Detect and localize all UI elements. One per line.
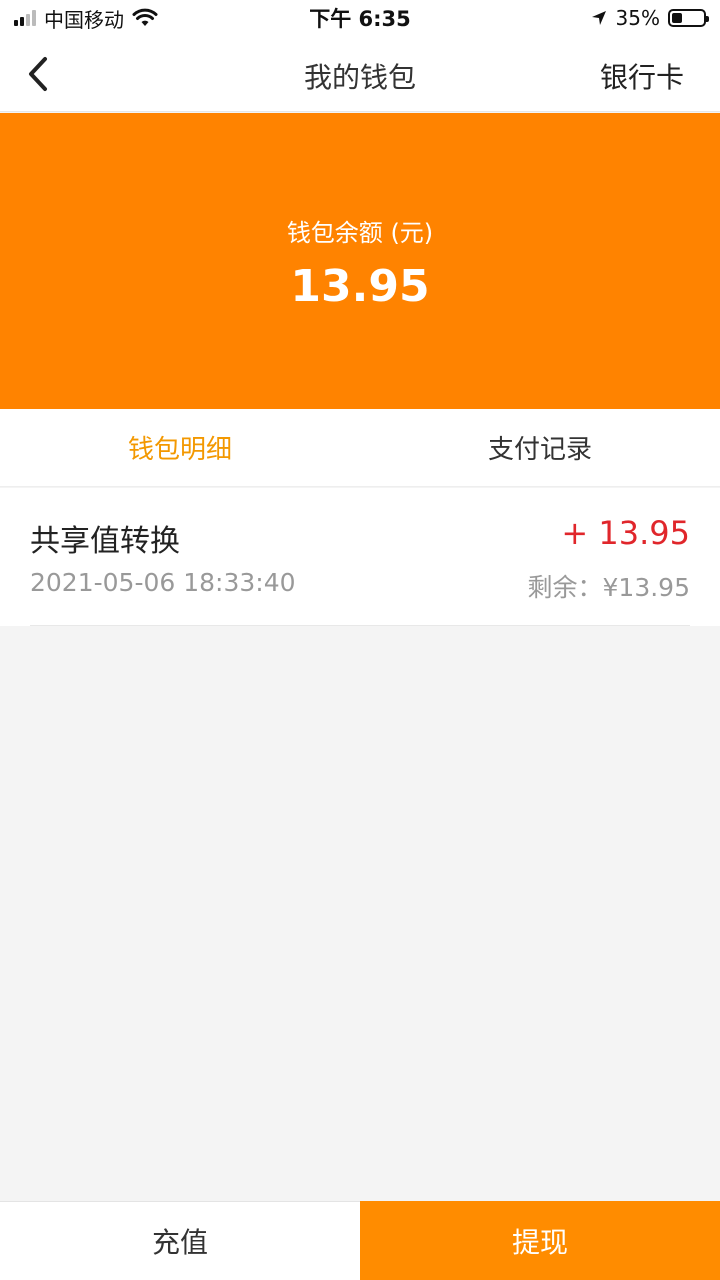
balance-banner: 钱包余额 (元) 13.95 (0, 113, 720, 409)
balance-amount: 13.95 (290, 261, 430, 312)
recharge-button[interactable]: 充值 (0, 1201, 360, 1280)
record-amount: + 13.95 (561, 514, 690, 552)
status-bar: 中国移动 下午 6:35 35% (0, 0, 720, 36)
nav-bar: 我的钱包 银行卡 (0, 36, 720, 112)
signal-icon (14, 10, 36, 26)
battery-fill (671, 13, 683, 23)
record-title: 共享值转换 (30, 524, 180, 559)
tab-payment-records[interactable]: 支付记录 (360, 409, 720, 486)
carrier-name: 中国移动 (44, 7, 124, 32)
bank-card-button[interactable]: 银行卡 (600, 56, 684, 96)
list-item[interactable]: 共享值转换 + 13.95 2021-05-06 18:33:40 剩余：¥13… (30, 488, 690, 626)
wifi-icon (132, 8, 158, 26)
status-time: 下午 6:35 (309, 7, 411, 31)
status-left: 中国移动 (14, 4, 254, 33)
withdraw-button[interactable]: 提现 (360, 1201, 720, 1280)
balance-label: 钱包余额 (元) (286, 219, 434, 247)
battery-icon (667, 9, 709, 27)
location-arrow-icon (591, 11, 606, 25)
battery-percent: 35% (615, 6, 660, 30)
tab-wallet-details[interactable]: 钱包明细 (0, 409, 360, 486)
bottom-bar: 充值 提现 (0, 1201, 720, 1280)
record-time: 2021-05-06 18:33:40 (30, 568, 296, 597)
record-remaining-balance: 剩余：¥13.95 (527, 573, 690, 602)
tab-bar: 钱包明细 支付记录 (0, 409, 720, 487)
record-list: 共享值转换 + 13.95 2021-05-06 18:33:40 剩余：¥13… (0, 488, 720, 626)
status-right: 35% (466, 6, 709, 30)
